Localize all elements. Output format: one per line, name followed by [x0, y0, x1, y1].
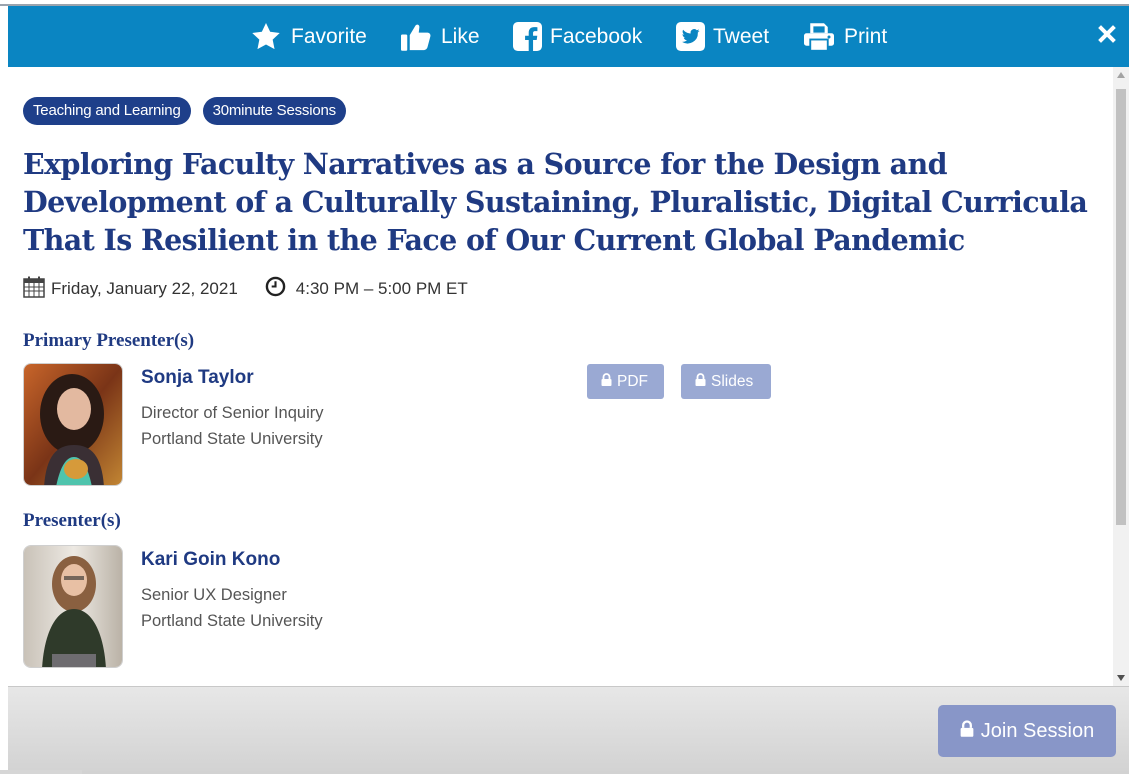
scrollbar-thumb[interactable] — [1116, 89, 1126, 525]
pdf-label: PDF — [617, 372, 648, 390]
join-session-label: Join Session — [980, 719, 1095, 742]
facebook-icon — [513, 22, 542, 51]
session-details[interactable]: Teaching and Learning 30minute Sessions … — [8, 67, 1113, 686]
scroll-down-arrow-icon[interactable] — [1113, 670, 1129, 686]
thumbs-up-icon — [399, 22, 433, 52]
session-title: Exploring Faculty Narratives as a Source… — [23, 147, 1088, 257]
star-icon — [249, 21, 283, 53]
tag-list: Teaching and Learning 30minute Sessions — [23, 97, 346, 125]
print-label: Print — [844, 24, 888, 48]
favorite-button[interactable]: Favorite — [249, 6, 367, 67]
lock-icon — [960, 719, 974, 743]
avatar[interactable] — [23, 545, 123, 668]
primary-presenters-heading: Primary Presenter(s) — [23, 330, 195, 351]
print-icon — [802, 22, 836, 52]
presenter-organization: Portland State University — [141, 430, 323, 448]
close-button[interactable] — [1085, 6, 1129, 67]
tag-teaching-learning[interactable]: Teaching and Learning — [23, 97, 191, 125]
slides-button[interactable]: Slides — [681, 364, 771, 399]
slides-label: Slides — [711, 372, 754, 390]
session-time: 4:30 PM – 5:00 PM ET — [295, 279, 468, 298]
twitter-icon — [676, 22, 705, 51]
share-toolbar: Favorite Like Facebook Tweet Print — [8, 6, 1129, 67]
presenters-heading: Presenter(s) — [23, 510, 121, 531]
pdf-button[interactable]: PDF — [587, 364, 664, 399]
tweet-label: Tweet — [713, 24, 770, 48]
modal-footer: Join Session — [8, 686, 1129, 774]
close-icon — [1097, 24, 1117, 49]
presenter-organization: Portland State University — [141, 612, 323, 630]
like-button[interactable]: Like — [399, 6, 480, 67]
presenter-name[interactable]: Kari Goin Kono — [141, 549, 280, 571]
bottom-edge — [0, 770, 82, 774]
avatar[interactable] — [23, 363, 123, 486]
tweet-button[interactable]: Tweet — [676, 6, 769, 67]
presenter-name[interactable]: Sonja Taylor — [141, 367, 254, 389]
tag-30minute-sessions[interactable]: 30minute Sessions — [202, 97, 346, 125]
presenter-card: Kari Goin Kono Senior UX Designer Portla… — [23, 545, 723, 670]
presenter-role: Director of Senior Inquiry — [141, 404, 324, 422]
facebook-label: Facebook — [550, 24, 643, 48]
presenter-role: Senior UX Designer — [141, 586, 287, 604]
like-label: Like — [441, 24, 480, 48]
session-date: Friday, January 22, 2021 — [51, 279, 238, 298]
lock-icon — [601, 372, 612, 391]
lock-icon — [695, 372, 706, 391]
content-scrollbar[interactable] — [1113, 67, 1129, 686]
session-datetime: Friday, January 22, 2021 4:30 PM – 5:00 … — [23, 274, 468, 304]
scroll-up-arrow-icon[interactable] — [1113, 67, 1129, 83]
calendar-icon — [23, 276, 45, 303]
clock-icon — [265, 276, 286, 302]
session-modal: Favorite Like Facebook Tweet Print Teach… — [8, 6, 1129, 774]
facebook-button[interactable]: Facebook — [513, 6, 642, 67]
favorite-label: Favorite — [291, 24, 367, 48]
join-session-button[interactable]: Join Session — [938, 705, 1116, 757]
print-button[interactable]: Print — [802, 6, 887, 67]
